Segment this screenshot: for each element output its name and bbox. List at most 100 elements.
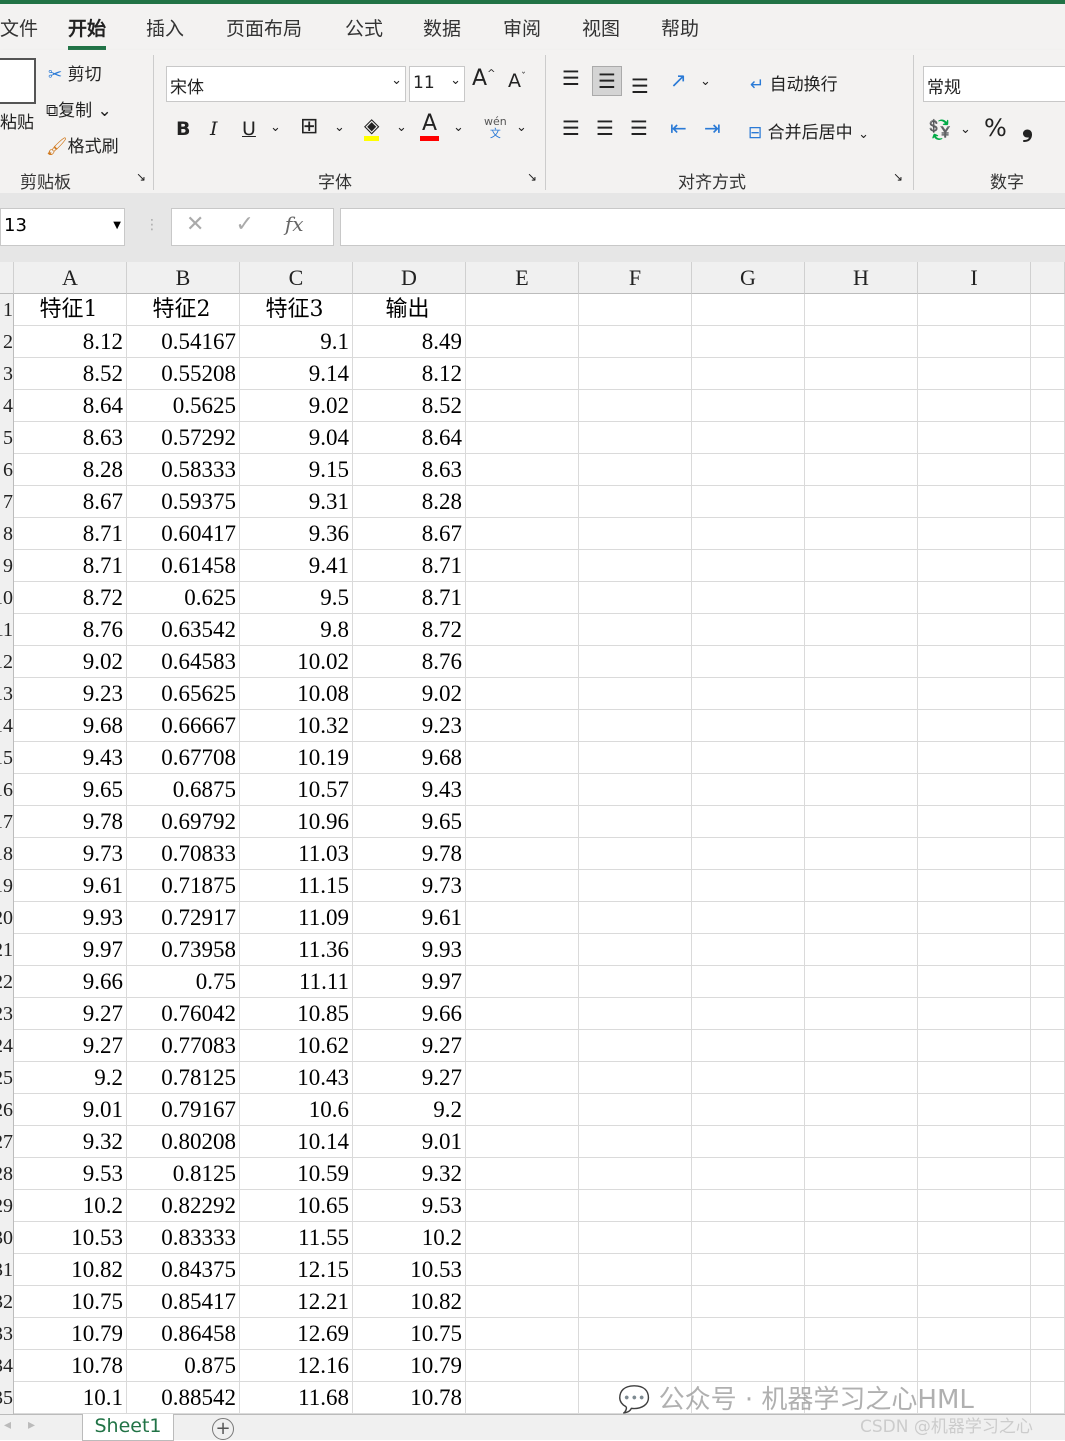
cell[interactable] [918,390,1031,422]
cell[interactable] [692,774,805,806]
cell[interactable]: 9.31 [240,486,353,518]
cell[interactable] [1031,838,1065,870]
cell[interactable] [692,582,805,614]
cell[interactable] [466,1190,579,1222]
column-header[interactable]: F [579,262,692,294]
cell[interactable] [579,358,692,390]
percent-button[interactable]: % [984,114,1007,142]
cell[interactable]: 0.82292 [127,1190,240,1222]
cell[interactable] [1031,934,1065,966]
cell[interactable] [466,518,579,550]
cell[interactable]: 8.71 [353,582,466,614]
cell[interactable] [692,486,805,518]
cell[interactable]: 0.83333 [127,1222,240,1254]
row-header[interactable]: 7 [0,486,14,518]
cell[interactable] [918,710,1031,742]
cell[interactable] [579,1350,692,1382]
cell[interactable] [466,1286,579,1318]
increase-indent-icon[interactable]: ⇥ [704,116,721,140]
font-color-button[interactable]: A [420,112,440,141]
cell[interactable]: 0.72917 [127,902,240,934]
cell[interactable] [805,902,918,934]
cell[interactable] [918,1030,1031,1062]
cell[interactable]: 9.01 [14,1094,127,1126]
cell[interactable] [692,646,805,678]
cell[interactable] [1031,1094,1065,1126]
cell[interactable]: 10.96 [240,806,353,838]
cell[interactable]: 8.63 [14,422,127,454]
cell[interactable] [579,774,692,806]
cell[interactable] [805,550,918,582]
dialog-launcher-icon[interactable]: ↘ [527,170,537,184]
cell[interactable]: 10.78 [353,1382,466,1414]
row-header[interactable]: 18 [0,838,14,870]
cell[interactable] [692,902,805,934]
cell[interactable] [579,870,692,902]
cell[interactable]: 9.02 [353,678,466,710]
cell[interactable]: 9.27 [353,1030,466,1062]
cell[interactable]: 8.67 [353,518,466,550]
cell[interactable]: 11.11 [240,966,353,998]
cell[interactable]: 8.64 [14,390,127,422]
row-header[interactable]: 33 [0,1318,14,1350]
cell[interactable]: 0.8125 [127,1158,240,1190]
cell[interactable]: 8.49 [353,326,466,358]
cell[interactable]: 9.8 [240,614,353,646]
cell[interactable] [579,486,692,518]
cell[interactable] [579,742,692,774]
cell[interactable] [466,1094,579,1126]
cell[interactable] [579,934,692,966]
cell[interactable] [918,966,1031,998]
cell[interactable]: 8.12 [353,358,466,390]
cell[interactable]: 0.84375 [127,1254,240,1286]
cell[interactable] [692,1318,805,1350]
cell[interactable]: 9.41 [240,550,353,582]
row-header[interactable]: 27 [0,1126,14,1158]
cell[interactable] [579,518,692,550]
cell[interactable] [579,550,692,582]
border-icon[interactable]: ⊞ [300,114,318,139]
cell[interactable] [692,742,805,774]
cell[interactable]: 0.76042 [127,998,240,1030]
row-header[interactable]: 30 [0,1222,14,1254]
cell[interactable] [918,1062,1031,1094]
cell[interactable]: 9.14 [240,358,353,390]
cell[interactable] [1031,646,1065,678]
cut-button[interactable]: ✂ 剪切 [48,60,102,85]
cell[interactable] [579,1318,692,1350]
cell[interactable] [805,646,918,678]
cell[interactable] [692,1158,805,1190]
cell[interactable] [692,1254,805,1286]
cell[interactable] [579,806,692,838]
decrease-font-icon[interactable]: Aˇ [508,70,526,92]
cell[interactable] [918,1158,1031,1190]
copy-button[interactable]: ⧉复制 ⌄ [46,96,112,121]
cell[interactable]: 8.76 [14,614,127,646]
cell[interactable] [692,710,805,742]
cell[interactable]: 9.53 [353,1190,466,1222]
cell[interactable]: 8.28 [353,486,466,518]
phonetic-dropdown-icon[interactable]: ⌄ [516,120,527,135]
cell[interactable]: 8.28 [14,454,127,486]
accounting-dropdown-icon[interactable]: ⌄ [960,122,971,137]
cell[interactable] [805,1158,918,1190]
cell[interactable]: 8.72 [14,582,127,614]
row-header[interactable]: 5 [0,422,14,454]
cell[interactable]: 10.62 [240,1030,353,1062]
row-header[interactable]: 25 [0,1062,14,1094]
cell[interactable] [466,550,579,582]
cell[interactable] [466,998,579,1030]
cell[interactable]: 12.15 [240,1254,353,1286]
cell[interactable] [692,1286,805,1318]
cell[interactable]: 0.54167 [127,326,240,358]
cell[interactable] [805,326,918,358]
cell[interactable] [466,582,579,614]
cell[interactable]: 11.15 [240,870,353,902]
cell[interactable] [579,582,692,614]
cell[interactable] [466,774,579,806]
cell[interactable]: 0.875 [127,1350,240,1382]
cell[interactable] [1031,966,1065,998]
cell[interactable] [1031,806,1065,838]
cell[interactable] [918,1254,1031,1286]
column-header[interactable]: H [805,262,918,294]
